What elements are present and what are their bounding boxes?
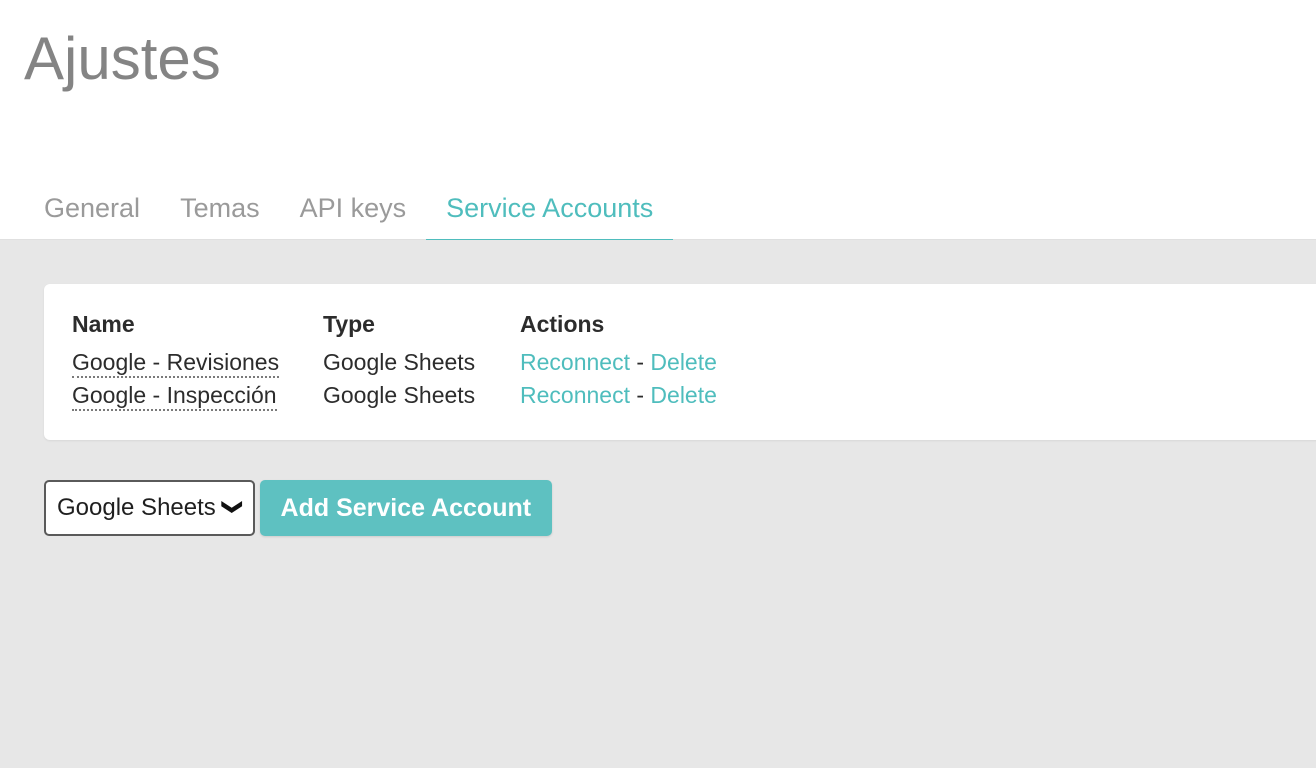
column-header-name: Name [72, 311, 135, 337]
reconnect-link[interactable]: Reconnect [520, 349, 630, 375]
table-row: Google - Inspección Google Sheets Reconn… [72, 379, 820, 412]
tab-temas[interactable]: Temas [160, 195, 280, 243]
tab-general[interactable]: General [24, 195, 160, 243]
tab-service-accounts[interactable]: Service Accounts [426, 195, 674, 243]
service-accounts-table: Name Type Actions Google - Revisiones Go… [72, 310, 820, 413]
table-row: Google - Revisiones Google Sheets Reconn… [72, 346, 820, 379]
page-header: Ajustes General Temas API keys Service A… [0, 0, 1316, 243]
table-body: Google - Revisiones Google Sheets Reconn… [72, 346, 820, 413]
cell-actions: Reconnect - Delete [520, 346, 820, 379]
tab-api-keys[interactable]: API keys [280, 195, 427, 243]
table-header-row: Name Type Actions [72, 310, 820, 346]
add-account-controls: Google Sheets ❯ Add Service Account [44, 480, 553, 536]
account-name-editable[interactable]: Google - Inspección [72, 382, 277, 412]
column-header-type: Type [323, 311, 375, 337]
settings-tabs: General Temas API keys Service Accounts [24, 177, 674, 243]
page-title: Ajustes [24, 25, 221, 92]
service-type-select[interactable]: Google Sheets ❯ [44, 480, 255, 536]
reconnect-link[interactable]: Reconnect [520, 382, 630, 408]
chevron-down-icon: ❯ [221, 498, 244, 516]
add-service-account-button[interactable]: Add Service Account [259, 480, 553, 536]
page-content: Name Type Actions Google - Revisiones Go… [0, 240, 1316, 768]
cell-name: Google - Revisiones [72, 346, 323, 379]
delete-link[interactable]: Delete [650, 349, 716, 375]
action-separator: - [636, 348, 645, 375]
delete-link[interactable]: Delete [650, 382, 716, 408]
service-accounts-card: Name Type Actions Google - Revisiones Go… [44, 284, 1316, 440]
account-name-editable[interactable]: Google - Revisiones [72, 348, 280, 378]
column-header-actions: Actions [520, 311, 605, 337]
table-header: Name Type Actions [72, 310, 820, 346]
cell-type: Google Sheets [323, 382, 476, 409]
cell-type: Google Sheets [323, 348, 476, 375]
cell-name: Google - Inspección [72, 379, 323, 412]
cell-actions: Reconnect - Delete [520, 379, 820, 412]
action-separator: - [636, 382, 645, 409]
service-type-value: Google Sheets [57, 494, 216, 521]
